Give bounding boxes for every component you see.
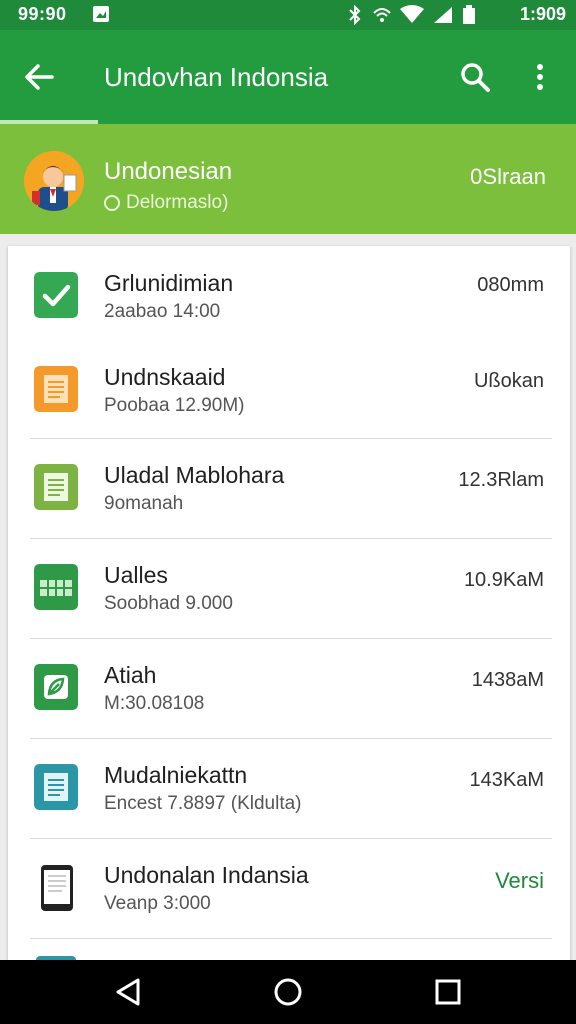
notification-icon: [93, 6, 109, 22]
list-item[interactable]: Ualles Soobhad 9.000 10.9KaM: [8, 542, 570, 642]
item-subtitle: Soobhad 9.000: [104, 593, 233, 614]
item-subtitle: 2aabao 14:00: [104, 301, 221, 322]
status-time: 99:90: [18, 4, 67, 24]
item-title: Atiah: [104, 662, 157, 688]
list-item[interactable]: Grlunidimian 2aabao 14:00 080mm: [8, 246, 570, 346]
document-icon: [34, 464, 78, 510]
app-title: Undovhan Indonsia: [104, 62, 329, 92]
wifi-small-icon: [373, 8, 391, 22]
nav-recents-icon[interactable]: [430, 974, 466, 1010]
leaf-icon: [34, 664, 78, 710]
item-title: Uladal Mablohara: [104, 462, 285, 488]
divider: [30, 438, 552, 439]
list-item[interactable]: Undnskaaid Poobaa 12.90M) Ußokan: [8, 342, 570, 442]
divider: [30, 838, 552, 839]
avatar: [24, 151, 84, 211]
item-subtitle: Veanp 3:000: [104, 893, 211, 914]
item-size: 080mm: [477, 274, 544, 296]
item-title: Undonalan Indansia: [104, 862, 309, 888]
item-size: 10.9KaM: [463, 569, 544, 591]
bluetooth-icon: [349, 5, 361, 25]
status-bar: 99:90 1:909: [0, 0, 576, 30]
check-circle-icon: [104, 195, 120, 211]
item-title: Grlunidimian: [104, 270, 234, 296]
battery-icon: [463, 5, 475, 24]
avatar-illustration: [24, 151, 84, 211]
list-item[interactable]: Mudalniekattn Encest 7.8897 (Kldulta) 14…: [8, 742, 570, 842]
item-title: Mudalniekattn: [104, 762, 248, 788]
item-size: 143KaM: [469, 769, 545, 791]
divider: [30, 638, 552, 639]
list-item[interactable]: Uladal Mablohara 9omanah 12.3Rlam: [8, 442, 570, 542]
status-icons: [346, 4, 476, 26]
item-size: 1438aM: [471, 669, 544, 691]
profile-subtitle-text: Delormaslo): [126, 192, 229, 213]
profile-name: Undonesian: [104, 158, 233, 185]
item-subtitle: M:30.08108: [104, 693, 205, 714]
item-subtitle: 9omanah: [104, 493, 184, 514]
list-item[interactable]: Atiah M:30.08108 1438aM: [8, 642, 570, 742]
item-subtitle: Poobaa 12.90M): [104, 395, 245, 416]
version-link[interactable]: Versi: [495, 868, 544, 894]
file-list: Grlunidimian 2aabao 14:00 080mm Undnskaa…: [8, 246, 570, 966]
nav-back-icon[interactable]: [110, 974, 146, 1010]
app-bar: Undovhan Indonsia: [0, 30, 576, 124]
profile-header[interactable]: Undonesian Delormaslo) 0Slraan: [0, 124, 576, 234]
wifi-icon: [400, 5, 424, 23]
divider: [30, 738, 552, 739]
profile-right-label: 0Slraan: [470, 164, 546, 189]
signal-icon: [434, 7, 452, 23]
item-title: Undnskaaid: [104, 364, 226, 390]
sheet-icon: [34, 564, 78, 610]
item-subtitle: Encest 7.8897 (Kldulta): [104, 793, 302, 814]
status-clock: 1:909: [519, 4, 566, 24]
profile-subtitle: Delormaslo): [104, 192, 228, 214]
divider: [30, 538, 552, 539]
document-icon: [34, 366, 78, 412]
phone-icon: [41, 865, 73, 911]
nav-home-icon[interactable]: [270, 974, 306, 1010]
back-arrow-icon[interactable]: [22, 60, 56, 94]
item-size: Ußokan: [473, 370, 544, 392]
check-icon: [34, 272, 78, 318]
search-icon[interactable]: [458, 60, 492, 94]
navigation-bar: [0, 960, 576, 1024]
item-title: Ualles: [104, 562, 168, 588]
more-options-icon[interactable]: [526, 60, 554, 94]
document-icon: [34, 764, 78, 810]
divider: [30, 938, 552, 939]
list-item[interactable]: Undonalan Indansia Veanp 3:000 Versi: [8, 842, 570, 942]
item-size: 12.3Rlam: [458, 469, 544, 491]
